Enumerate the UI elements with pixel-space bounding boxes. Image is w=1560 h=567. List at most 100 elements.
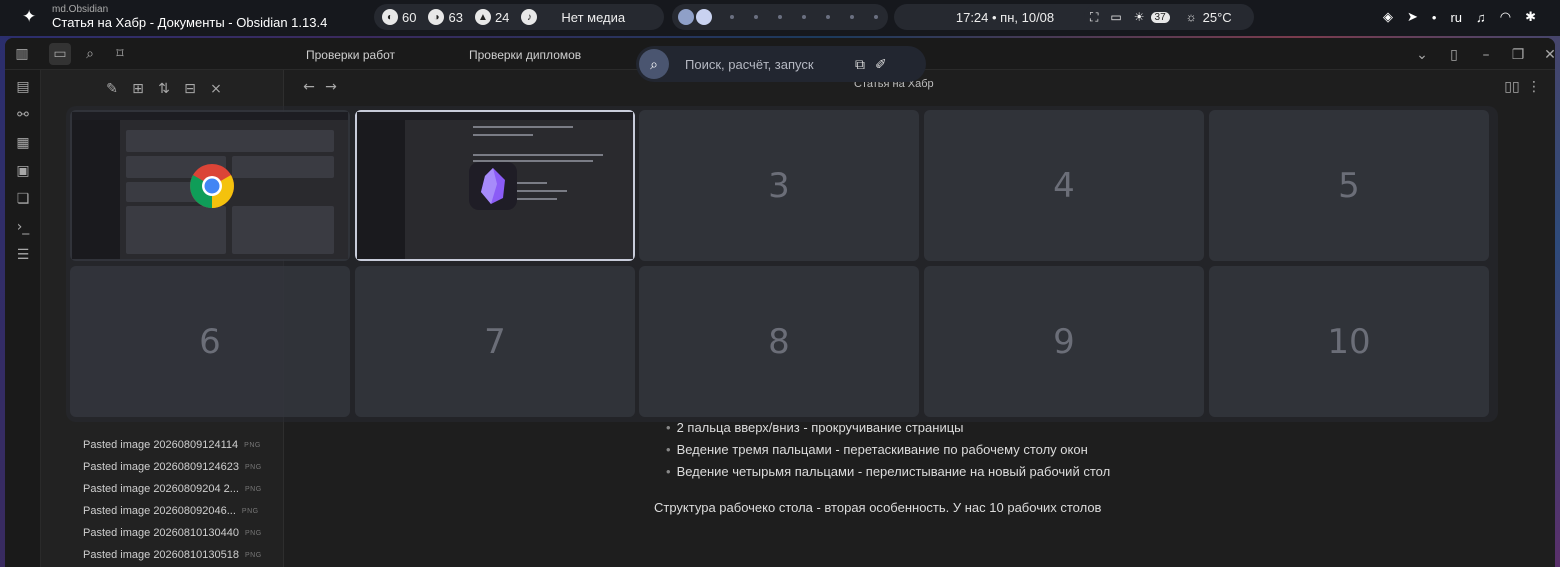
maximize-icon[interactable]: ❐ bbox=[1507, 44, 1529, 66]
file-item[interactable]: Pasted image 20260810130518 PNG bbox=[41, 544, 284, 566]
window-controls: ⌄ ▯ – ❐ ✕ bbox=[1401, 44, 1555, 66]
paragraph: Структура рабочеко стола - вторая особен… bbox=[654, 500, 1102, 515]
graph-view-icon[interactable]: ⚯ bbox=[12, 104, 34, 126]
new-folder-icon[interactable]: ⊞ bbox=[127, 78, 149, 100]
workspace-9[interactable]: 9 bbox=[924, 266, 1204, 417]
workspace-dot[interactable] bbox=[802, 15, 806, 19]
file-ext: PNG bbox=[244, 485, 262, 493]
workspace-app-icon[interactable] bbox=[678, 9, 694, 25]
keyboard-layout[interactable]: ru bbox=[1450, 10, 1462, 25]
status-icons: ◈ ➤ • ru ♫ ◠ ✱ bbox=[1369, 9, 1536, 25]
search-icon[interactable]: ⌕ bbox=[639, 49, 669, 79]
telegram-tray-icon[interactable]: ◈ bbox=[1383, 9, 1393, 25]
bookmark-icon[interactable]: ⌑ bbox=[109, 43, 131, 65]
chevron-down-icon[interactable]: ⌄ bbox=[1411, 44, 1433, 66]
launcher-sparkle-icon[interactable]: ✦ bbox=[22, 7, 36, 27]
workspace-7[interactable]: 7 bbox=[355, 266, 635, 417]
cpu-stat: ◐ 60 bbox=[382, 9, 416, 25]
templates-icon[interactable]: ❏ bbox=[12, 188, 34, 210]
color-picker-icon[interactable]: ✐ bbox=[875, 56, 887, 73]
tab-checks-works[interactable]: Проверки работ bbox=[306, 48, 395, 62]
new-note-icon[interactable]: ▤ bbox=[12, 76, 34, 98]
note-content: 2 пальца вверх/вниз - прокручивание стра… bbox=[654, 416, 1354, 516]
file-item[interactable]: Pasted image 20260809124114 PNG bbox=[41, 434, 284, 456]
file-list: Pasted image 20260809124114 PNG Pasted i… bbox=[41, 434, 284, 566]
search-icon[interactable]: ⌕ bbox=[79, 43, 101, 65]
workspace-6[interactable]: 6 bbox=[70, 266, 350, 417]
wifi-icon[interactable]: ◠ bbox=[1500, 9, 1511, 25]
left-ribbon: ▤ ⚯ ▦ ▣ ❏ ›_ ☰ bbox=[5, 70, 41, 567]
file-name: Pasted image 20260809124114 bbox=[83, 439, 239, 451]
minimize-icon[interactable]: – bbox=[1475, 44, 1497, 66]
workspace-1[interactable] bbox=[70, 110, 350, 261]
launcher-search-input[interactable]: Поиск, расчёт, запуск bbox=[685, 57, 845, 72]
close-icon[interactable]: ✕ bbox=[1539, 44, 1555, 66]
memory-value: 63 bbox=[448, 9, 463, 25]
file-item[interactable]: Pasted image 20260809124623 PNG bbox=[41, 456, 284, 478]
file-name: Pasted image 20260809124623 bbox=[83, 461, 239, 473]
forward-arrow-icon[interactable]: → bbox=[320, 76, 342, 98]
back-arrow-icon[interactable]: ← bbox=[298, 76, 320, 98]
workspace-dot[interactable] bbox=[874, 15, 878, 19]
bullet-item: Ведение четырьмя пальцами - перелистыван… bbox=[654, 460, 1354, 482]
explorer-toolbar: ✎ ⊞ ⇅ ⊟ ⨯ bbox=[101, 78, 231, 100]
system-stats-pill: ◐ 60 ◑ 63 ▲ 24 ♪ Нет медиа bbox=[374, 4, 664, 30]
media-status[interactable]: Нет медиа bbox=[561, 10, 625, 25]
workspace-indicator[interactable] bbox=[672, 4, 888, 30]
file-item[interactable]: Pasted image 202608092046... PNG bbox=[41, 500, 284, 522]
system-tray-pill: ⛶ ▭ ☀ 37 ☼ 25°C bbox=[1084, 4, 1254, 30]
workspace-dot[interactable] bbox=[754, 15, 758, 19]
workspace-dot[interactable] bbox=[850, 15, 854, 19]
new-note-icon[interactable]: ✎ bbox=[101, 78, 123, 100]
tasks-icon[interactable]: ☰ bbox=[12, 244, 34, 266]
sort-icon[interactable]: ⇅ bbox=[153, 78, 175, 100]
more-options-icon[interactable]: ⋮ bbox=[1523, 76, 1545, 98]
window-thumbnail[interactable] bbox=[72, 112, 348, 259]
folder-icon[interactable]: ▭ bbox=[49, 43, 71, 65]
workspace-dot[interactable] bbox=[778, 15, 782, 19]
separator-dot-icon: • bbox=[1431, 9, 1437, 25]
cpu-value: 60 bbox=[402, 9, 417, 25]
memory-icon: ◑ bbox=[428, 9, 445, 25]
workspace-10[interactable]: 10 bbox=[1209, 266, 1489, 417]
workspace-5[interactable]: 5 bbox=[1209, 110, 1489, 261]
file-ext: PNG bbox=[244, 441, 261, 449]
workspace-8[interactable]: 8 bbox=[639, 266, 919, 417]
tab-checks-diplomas[interactable]: Проверки дипломов bbox=[469, 48, 581, 62]
notification-bell-icon[interactable]: ♫ bbox=[1476, 10, 1486, 25]
reading-view-icon[interactable]: ▯▯ bbox=[1501, 76, 1523, 98]
file-name: Pasted image 202608092046... bbox=[83, 505, 236, 517]
disk-stat: ▲ 24 bbox=[474, 9, 510, 25]
file-item[interactable]: Pasted image 20260809204 2... PNG bbox=[41, 478, 284, 500]
workspace-current-icon[interactable] bbox=[696, 9, 712, 25]
close-icon[interactable]: ⨯ bbox=[205, 78, 227, 100]
weather-sun-icon: ☼ bbox=[1185, 10, 1197, 24]
workspace-2[interactable] bbox=[355, 110, 635, 261]
canvas-icon[interactable]: ▦ bbox=[12, 132, 34, 154]
disk-value: 24 bbox=[494, 9, 510, 25]
screenshot-icon[interactable]: ⧉ bbox=[855, 56, 865, 73]
battery-badge: 37 bbox=[1150, 11, 1170, 23]
file-ext: PNG bbox=[241, 507, 259, 515]
calendar-icon[interactable]: ▣ bbox=[12, 160, 34, 182]
workspace-3[interactable]: 3 bbox=[639, 110, 919, 261]
send-tray-icon[interactable]: ➤ bbox=[1407, 9, 1418, 25]
keyboard-icon[interactable]: ▭ bbox=[1110, 10, 1121, 24]
music-note-icon[interactable]: ♪ bbox=[521, 9, 538, 25]
collapse-all-icon[interactable]: ⊟ bbox=[179, 78, 201, 100]
clock-pill[interactable]: 17:24 • пн, 10/08 bbox=[894, 4, 1116, 30]
workspace-dot[interactable] bbox=[826, 15, 830, 19]
split-view-icon[interactable]: ▯ bbox=[1443, 44, 1465, 66]
brightness-icon[interactable]: ☀ bbox=[1134, 10, 1145, 24]
active-app-id: md.Obsidian bbox=[52, 4, 109, 15]
workspace-4[interactable]: 4 bbox=[924, 110, 1204, 261]
sidebar-toggle-icon[interactable]: ▥ bbox=[11, 43, 33, 65]
file-item[interactable]: Pasted image 20260810130440 PNG bbox=[41, 522, 284, 544]
obsidian-icon bbox=[469, 162, 517, 210]
bluetooth-icon[interactable]: ✱ bbox=[1525, 9, 1536, 25]
terminal-icon[interactable]: ›_ bbox=[12, 216, 34, 238]
workspace-dot[interactable] bbox=[730, 15, 734, 19]
screen-record-icon[interactable]: ⛶ bbox=[1090, 10, 1098, 25]
window-thumbnail[interactable] bbox=[357, 112, 633, 259]
nav-arrows: ← → bbox=[298, 76, 342, 98]
